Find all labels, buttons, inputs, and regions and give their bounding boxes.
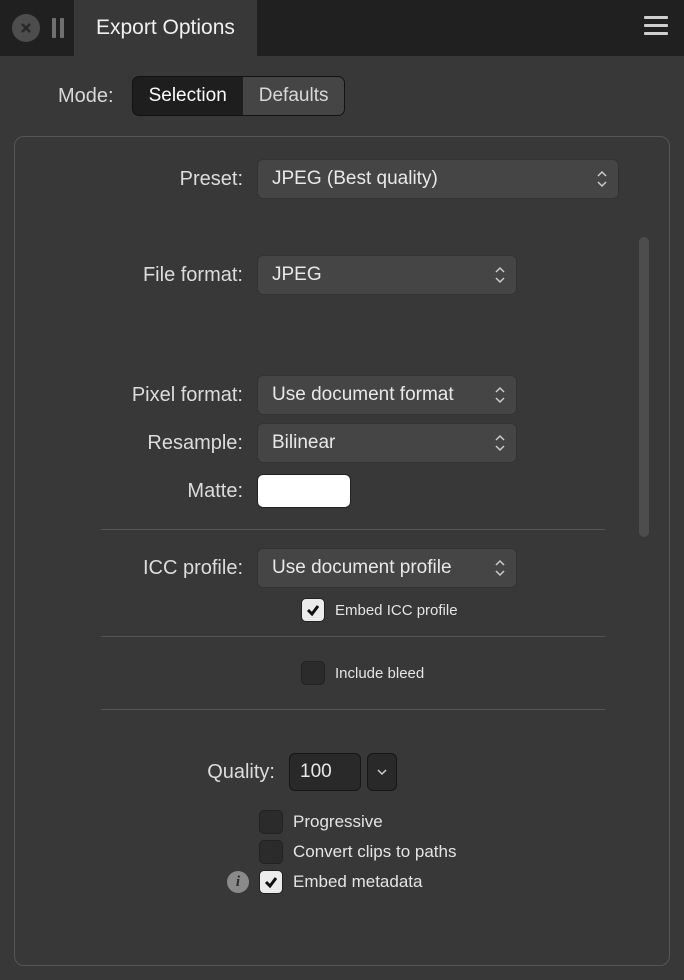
separator xyxy=(101,529,605,530)
separator xyxy=(101,636,605,637)
chevron-updown-icon xyxy=(494,558,506,578)
chevron-updown-icon xyxy=(494,265,506,285)
preset-select[interactable]: JPEG (Best quality) xyxy=(257,159,619,199)
convert-clips-label: Convert clips to paths xyxy=(293,842,456,862)
separator xyxy=(101,709,605,710)
chevron-down-icon xyxy=(377,768,387,776)
preset-value: JPEG (Best quality) xyxy=(272,168,438,190)
embed-icc-label: Embed ICC profile xyxy=(335,602,458,619)
quality-label: Quality: xyxy=(15,761,289,784)
pixel-format-value: Use document format xyxy=(272,384,454,406)
tab-label: Export Options xyxy=(96,16,235,40)
chevron-updown-icon xyxy=(596,169,608,189)
progressive-checkbox[interactable] xyxy=(259,810,283,834)
include-bleed-label: Include bleed xyxy=(335,665,424,682)
export-panel: Preset: JPEG (Best quality) File format:… xyxy=(14,136,670,966)
quality-value: 100 xyxy=(300,761,332,783)
close-icon xyxy=(20,22,32,34)
convert-clips-checkbox[interactable] xyxy=(259,840,283,864)
mode-defaults[interactable]: Defaults xyxy=(243,77,345,115)
titlebar: Export Options xyxy=(0,0,684,56)
matte-color-swatch[interactable] xyxy=(257,474,351,508)
resample-select[interactable]: Bilinear xyxy=(257,423,517,463)
file-format-label: File format: xyxy=(15,264,257,287)
resample-label: Resample: xyxy=(15,432,257,455)
info-icon[interactable]: i xyxy=(227,871,249,893)
preset-label: Preset: xyxy=(15,168,257,191)
embed-metadata-checkbox[interactable] xyxy=(259,870,283,894)
file-format-select[interactable]: JPEG xyxy=(257,255,517,295)
icc-profile-select[interactable]: Use document profile xyxy=(257,548,517,588)
pixel-format-label: Pixel format: xyxy=(15,384,257,407)
quality-stepper[interactable] xyxy=(367,753,397,791)
mode-label: Mode: xyxy=(58,85,114,108)
icc-profile-value: Use document profile xyxy=(272,557,452,579)
matte-label: Matte: xyxy=(15,480,257,503)
pause-icon xyxy=(52,0,64,56)
scrollbar[interactable] xyxy=(639,237,649,537)
close-button[interactable] xyxy=(12,14,40,42)
panel-menu-button[interactable] xyxy=(644,16,668,35)
embed-icc-checkbox[interactable] xyxy=(301,598,325,622)
mode-row: Mode: Selection Defaults xyxy=(0,56,684,136)
mode-segmented: Selection Defaults xyxy=(132,76,346,116)
pixel-format-select[interactable]: Use document format xyxy=(257,375,517,415)
file-format-value: JPEG xyxy=(272,264,322,286)
chevron-updown-icon xyxy=(494,385,506,405)
include-bleed-checkbox[interactable] xyxy=(301,661,325,685)
embed-metadata-label: Embed metadata xyxy=(293,872,422,892)
quality-input[interactable]: 100 xyxy=(289,753,361,791)
progressive-label: Progressive xyxy=(293,812,383,832)
resample-value: Bilinear xyxy=(272,432,335,454)
icc-profile-label: ICC profile: xyxy=(15,557,257,580)
mode-selection[interactable]: Selection xyxy=(133,77,243,115)
chevron-updown-icon xyxy=(494,433,506,453)
panel-tab-export-options[interactable]: Export Options xyxy=(74,0,257,56)
